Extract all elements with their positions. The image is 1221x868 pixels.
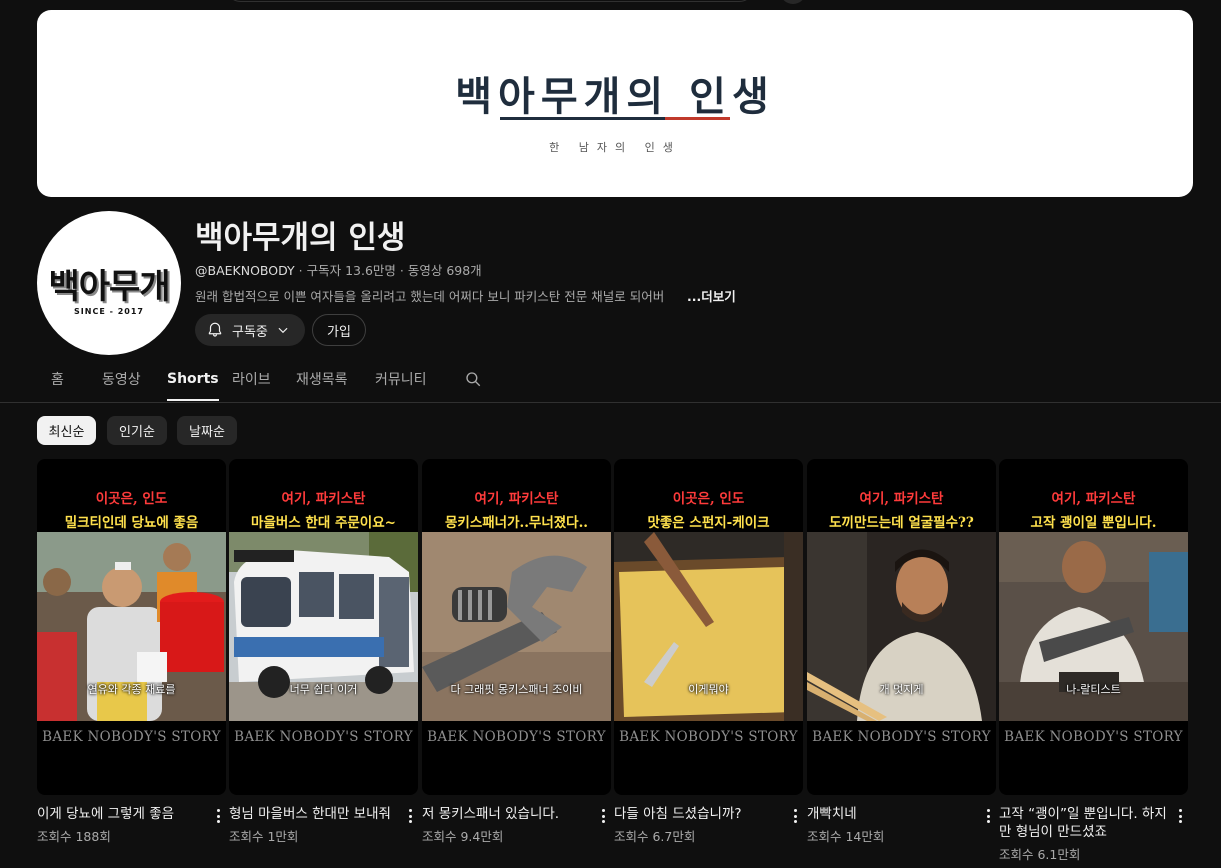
short-thumbnail[interactable]: 이곳은, 인도 밀크티인데 당뇨에 좋음 연유와 각종 재료를 BAEK NOB… [37,459,226,795]
more-vert-icon[interactable] [980,807,996,825]
more-vert-icon[interactable] [402,807,418,825]
short-title[interactable]: 개빡치네 [807,805,977,823]
short-views: 조회수 6.1만회 [999,847,1081,862]
channel-banner: 백아무개의 인생 한 남자의 인생 [37,10,1193,197]
short-thumbnail[interactable]: 여기, 파키스탄 마을버스 한대 주문이요~ 너무 쉽다 이거 BAEK NOB… [229,459,418,795]
short-title[interactable]: 고작 “괭이”일 뿐입니다. 하지만 형님이 만드셨죠 [999,805,1169,841]
channel-handle: @BAEKNOBODY [195,263,295,278]
short-item[interactable]: 이곳은, 인도 밀크티인데 당뇨에 좋음 연유와 각종 재료를 BAEK NOB… [37,459,226,844]
join-button[interactable]: 가입 [312,314,366,346]
more-vert-icon[interactable] [210,807,226,825]
short-views: 조회수 6.7만회 [614,829,696,844]
search-icon[interactable] [464,370,482,388]
short-item[interactable]: 여기, 파키스탄 마을버스 한대 주문이요~ 너무 쉽다 이거 BAEK NOB… [229,459,418,844]
short-views: 조회수 188회 [37,829,111,844]
subscribed-label: 구독중 [232,324,268,340]
more-vert-icon[interactable] [595,807,611,825]
short-title[interactable]: 다들 아침 드셨습니까? [614,805,784,823]
short-item[interactable]: 여기, 파키스탄 고작 괭이일 뿐입니다. 나-랄티스트 BAEK NOBODY… [999,459,1188,862]
short-thumbnail[interactable]: 여기, 파키스탄 고작 괭이일 뿐입니다. 나-랄티스트 BAEK NOBODY… [999,459,1188,795]
tab-home[interactable]: 홈 [51,358,64,400]
channel-name: 백아무개의 인생 [195,220,406,256]
banner-subtitle: 한 남자의 인생 [549,141,681,154]
tab-community[interactable]: 커뮤니티 [375,358,427,400]
masthead-remnant [0,0,1221,6]
tab-playlists[interactable]: 재생목록 [296,358,348,400]
subscribed-button[interactable]: 구독중 [195,314,305,346]
tabs-divider [0,402,1221,403]
tab-videos[interactable]: 동영상 [102,358,141,400]
short-title[interactable]: 이게 당뇨에 그렇게 좋음 [37,805,207,823]
video-count: 동영상 698개 [407,263,482,278]
more-vert-icon[interactable] [1172,807,1188,825]
avatar-logo-text: 백아무개 [48,267,170,307]
channel-avatar[interactable]: 백아무개 SINCE - 2017 [37,211,181,355]
short-item[interactable]: 여기, 파키스탄 몽키스패너가..무너졌다.. 다 그래핏 몽키스패너 조이비 … [422,459,611,844]
short-thumbnail[interactable]: 이곳은, 인도 맛좋은 스펀지-케이크 이게뭐야 BAEK NOBODY'S S… [614,459,803,795]
short-item[interactable]: 이곳은, 인도 맛좋은 스펀지-케이크 이게뭐야 BAEK NOBODY'S S… [614,459,803,844]
short-views: 조회수 14만회 [807,829,885,844]
channel-meta: @BAEKNOBODY · 구독자 13.6만명 · 동영상 698개 [195,263,482,278]
tab-shorts[interactable]: Shorts [167,358,219,401]
banner-title: 백아무개의 인생 [455,73,775,120]
chip-oldest[interactable]: 날짜순 [177,416,237,445]
short-item[interactable]: 여기, 파키스탄 도끼만드는데 얼굴필수?? 개 멋지게 BAEK NOBODY… [807,459,996,844]
short-thumbnail[interactable]: 여기, 파키스탄 몽키스패너가..무너졌다.. 다 그래핏 몽키스패너 조이비 … [422,459,611,795]
short-thumbnail[interactable]: 여기, 파키스탄 도끼만드는데 얼굴필수?? 개 멋지게 BAEK NOBODY… [807,459,996,795]
search-box-edge[interactable] [225,0,755,2]
short-title[interactable]: 형님 마을버스 한대만 보내줘 [229,805,399,823]
voice-search-button-edge[interactable] [780,0,806,4]
avatar-since-text: SINCE - 2017 [74,307,144,316]
bell-icon [208,322,222,337]
chip-popular[interactable]: 인기순 [107,416,167,445]
subscriber-count: 구독자 13.6만명 [306,263,396,278]
description-more-link[interactable]: ...더보기 [687,286,736,305]
short-views: 조회수 9.4만회 [422,829,504,844]
short-title[interactable]: 저 몽키스패너 있습니다. [422,805,592,823]
tab-live[interactable]: 라이브 [232,358,271,400]
chevron-down-icon [278,327,288,334]
short-views: 조회수 1만회 [229,829,299,844]
banner-underline [500,117,730,120]
more-vert-icon[interactable] [787,807,803,825]
channel-description[interactable]: 원래 합법적으로 이쁜 여자들을 올리려고 했는데 어쩌다 보니 파키스탄 전문… [195,286,695,305]
chip-latest[interactable]: 최신순 [37,416,96,445]
